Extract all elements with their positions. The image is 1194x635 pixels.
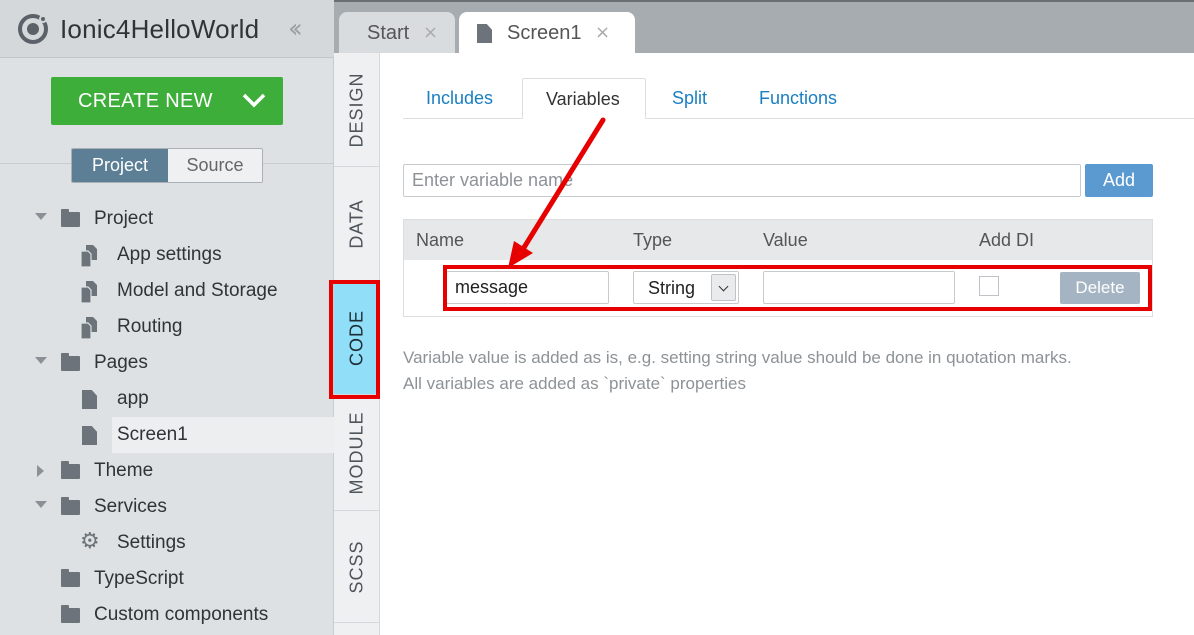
close-icon[interactable]: × (423, 22, 438, 43)
tree-item-model-storage[interactable]: Model and Storage (0, 273, 334, 309)
tree-item-project[interactable]: Project (0, 201, 334, 237)
code-tab-highlight (329, 280, 380, 399)
settings-files-icon (80, 281, 97, 303)
file-tab-screen1[interactable]: Screen1 × (459, 12, 635, 53)
gear-icon: ⚙ (80, 529, 100, 554)
table-header: Name Type Value Add DI (404, 220, 1152, 260)
tree-item-label: Project (94, 208, 154, 229)
folder-icon (61, 209, 80, 227)
project-source-toggle: Project Source (71, 148, 263, 183)
file-tab-start[interactable]: Start × (339, 12, 455, 53)
collapsed-caret-icon[interactable] (37, 465, 44, 477)
tree-item-routing[interactable]: Routing (0, 309, 334, 345)
create-new-button[interactable]: CREATE NEW (51, 77, 283, 125)
top-border (334, 0, 1194, 2)
project-toggle-button[interactable]: Project (72, 149, 168, 182)
tree-item-label: Screen1 (117, 424, 188, 445)
tree-item-label: Custom components (94, 604, 269, 625)
add-variable-button[interactable]: Add (1085, 164, 1153, 197)
tree-item-label: Services (94, 496, 167, 517)
folder-icon (61, 569, 80, 587)
app-header: Ionic4HelloWorld ‹‹ (0, 0, 334, 58)
file-tab-label: Start (367, 22, 410, 44)
tab-label: DESIGN (346, 71, 367, 148)
double-chevron-left-icon[interactable]: ‹‹ (288, 14, 303, 44)
tree-item-label: Routing (117, 316, 183, 337)
folder-icon (61, 461, 80, 479)
tab-label: Functions (759, 88, 838, 108)
tree-item-label: TypeScript (94, 568, 184, 589)
tab-label: SCSS (346, 539, 367, 594)
tab-label: Includes (426, 88, 494, 108)
tab-label: DATA (346, 198, 367, 249)
tab-label: Variables (546, 89, 620, 109)
tab-includes[interactable]: Includes (404, 78, 519, 119)
close-icon[interactable]: × (595, 22, 610, 43)
variables-help-text: Variable value is added as is, e.g. sett… (403, 345, 1072, 397)
tab-label: MODULE (346, 410, 367, 495)
help-line-1: Variable value is added as is, e.g. sett… (403, 348, 1072, 367)
tab-split[interactable]: Split (650, 78, 732, 119)
tree-item-label: Model and Storage (117, 280, 278, 301)
tree-item-label: App settings (117, 244, 222, 265)
page-icon (477, 24, 492, 43)
tree-item-app[interactable]: app (0, 381, 334, 417)
tree-item-theme[interactable]: Theme (0, 453, 334, 489)
settings-files-icon (80, 317, 97, 339)
file-tab-label: Screen1 (507, 22, 582, 44)
tree-item-typescript[interactable]: TypeScript (0, 561, 334, 597)
tab-label: Split (672, 88, 708, 108)
chevron-down-icon (242, 93, 266, 108)
tab-design[interactable]: DESIGN (334, 53, 380, 167)
tab-data[interactable]: DATA (334, 167, 380, 281)
tab-functions[interactable]: Functions (737, 78, 862, 119)
tab-variables[interactable]: Variables (522, 78, 646, 119)
app-title: Ionic4HelloWorld (60, 14, 260, 44)
ionic-logo-icon (18, 14, 48, 44)
column-header-name: Name (416, 230, 465, 250)
page-icon (82, 426, 97, 445)
tree-item-screen1[interactable]: Screen1 (82, 417, 334, 453)
expand-caret-icon[interactable] (35, 213, 47, 220)
folder-icon (61, 497, 80, 515)
project-sidebar: Ionic4HelloWorld ‹‹ CREATE NEW Project S… (0, 0, 334, 635)
tab-scss[interactable]: SCSS (334, 511, 380, 623)
variable-row-highlight (443, 265, 1152, 311)
folder-icon (61, 605, 80, 623)
tab-module[interactable]: MODULE (334, 395, 380, 511)
tree-item-custom-components[interactable]: Custom components (0, 597, 334, 633)
expand-caret-icon[interactable] (35, 501, 47, 508)
expand-caret-icon[interactable] (35, 357, 47, 364)
folder-icon (61, 353, 80, 371)
help-line-2: All variables are added as `private` pro… (403, 374, 747, 393)
settings-files-icon (80, 245, 97, 267)
variable-name-input[interactable] (403, 164, 1081, 197)
tree-item-settings[interactable]: ⚙ Settings (0, 525, 334, 561)
tree-item-services[interactable]: Services (0, 489, 334, 525)
create-new-label: CREATE NEW (78, 90, 213, 112)
column-header-value: Value (763, 230, 808, 250)
tree-item-label: app (117, 388, 149, 409)
tree-item-app-settings[interactable]: App settings (0, 237, 334, 273)
column-header-type: Type (633, 230, 673, 250)
tree-item-label: Settings (117, 532, 186, 553)
column-header-add-di: Add DI (979, 230, 1035, 250)
page-icon (82, 390, 97, 409)
tree-item-pages[interactable]: Pages (0, 345, 334, 381)
tree-item-label: Pages (94, 352, 148, 373)
source-toggle-button[interactable]: Source (168, 149, 262, 182)
tree-item-label: Theme (94, 460, 154, 481)
code-editor-panel (381, 53, 1194, 635)
